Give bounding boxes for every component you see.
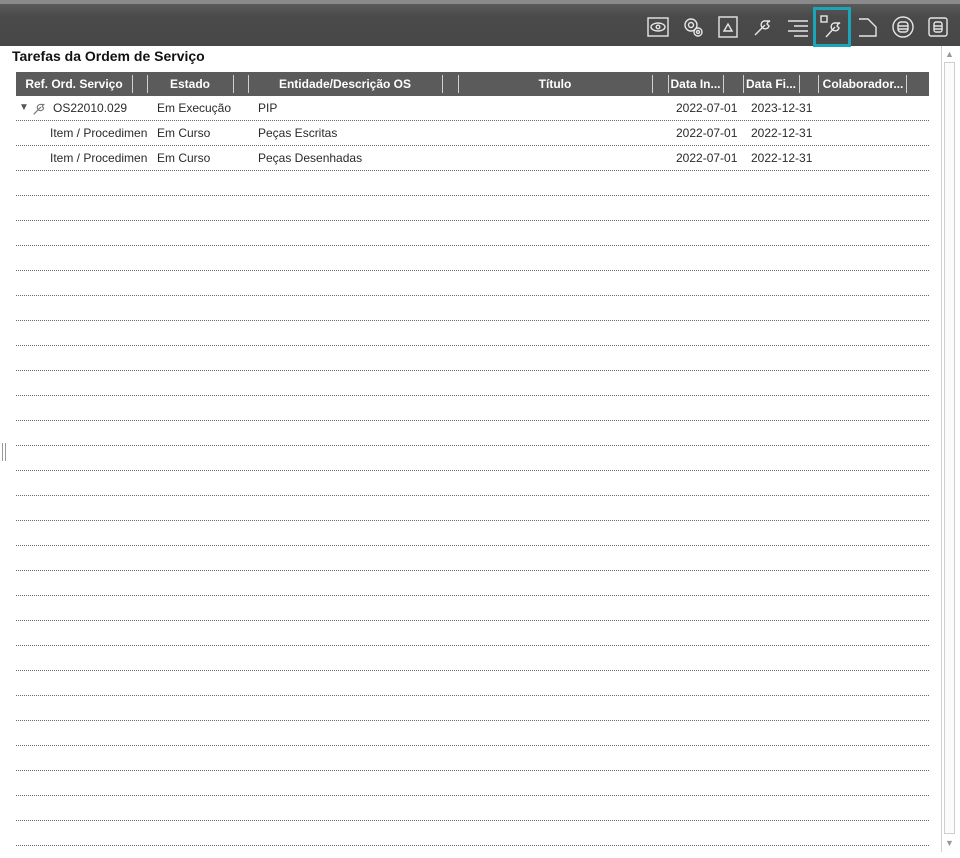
empty-table-row <box>16 246 929 271</box>
empty-table-row <box>16 621 929 646</box>
scrollbar-thumb[interactable] <box>944 62 955 834</box>
cell-data-fim: 2023-12-31 <box>751 101 813 115</box>
column-header-data-fim[interactable]: Data Fi... <box>743 72 799 96</box>
empty-table-row <box>16 521 929 546</box>
empty-table-row <box>16 471 929 496</box>
cell-titulo <box>468 146 648 170</box>
empty-table-row <box>16 796 929 821</box>
wrench-icon <box>31 96 51 120</box>
empty-table-row <box>16 671 929 696</box>
table-header: Ref. Ord. Serviço Estado Entidade/Descri… <box>16 72 929 96</box>
empty-table-row <box>16 596 929 621</box>
empty-table-row <box>16 821 929 846</box>
column-header-colaborador[interactable]: Colaborador... <box>820 72 906 96</box>
empty-table-row <box>16 571 929 596</box>
table-row[interactable]: ▼ OS22010.029 Em Execução PIP 2022-07-01… <box>16 96 929 121</box>
tasks-table: Ref. Ord. Serviço Estado Entidade/Descri… <box>16 72 929 846</box>
cell-data-fim: 2022-12-31 <box>751 151 813 165</box>
vertical-scrollbar[interactable]: ▲ ▼ <box>941 46 956 852</box>
empty-table-row <box>16 446 929 471</box>
database-circle-icon[interactable] <box>889 13 917 41</box>
cell-data-inicio: 2022-07-01 <box>676 126 738 140</box>
cell-colaborador <box>824 121 914 145</box>
column-header-estado[interactable]: Estado <box>147 72 233 96</box>
empty-table-row <box>16 696 929 721</box>
cell-entidade: PIP <box>258 101 278 115</box>
return-doc-icon[interactable] <box>854 13 882 41</box>
empty-table-row <box>16 646 929 671</box>
cell-data-inicio: 2022-07-01 <box>676 101 738 115</box>
cell-entidade: Peças Desenhadas <box>258 151 363 165</box>
triangle-doc-icon[interactable] <box>714 13 742 41</box>
empty-table-row <box>16 196 929 221</box>
scroll-down-arrow-icon[interactable]: ▼ <box>944 838 955 849</box>
empty-table-row <box>16 221 929 246</box>
empty-table-row <box>16 396 929 421</box>
empty-table-row <box>16 496 929 521</box>
cell-data-inicio: 2022-07-01 <box>676 151 738 165</box>
cell-estado: Em Curso <box>157 126 211 140</box>
empty-table-row <box>16 746 929 771</box>
column-header-data-inicio[interactable]: Data In... <box>668 72 723 96</box>
cell-ref: Item / Procedimen <box>50 126 148 140</box>
wrench-icon[interactable] <box>749 13 777 41</box>
empty-table-row <box>16 271 929 296</box>
cell-entidade: Peças Escritas <box>258 126 338 140</box>
cell-ref: OS22010.029 <box>53 101 128 115</box>
empty-table-row <box>16 546 929 571</box>
table-row[interactable]: Item / Procedimen Em Curso Peças Desenha… <box>16 146 929 171</box>
column-header-entidade[interactable]: Entidade/Descrição OS <box>248 72 442 96</box>
panel-title: Tarefas da Ordem de Serviço <box>12 48 205 64</box>
cell-ref: Item / Procedimen <box>50 151 148 165</box>
empty-table-row <box>16 171 929 196</box>
empty-table-row <box>16 771 929 796</box>
panel-splitter-handle[interactable] <box>2 443 6 461</box>
cell-titulo <box>468 96 648 120</box>
empty-table-row <box>16 421 929 446</box>
maintenance-wrench-icon[interactable] <box>813 7 851 47</box>
table-body: ▼ OS22010.029 Em Execução PIP 2022-07-01… <box>16 96 929 846</box>
empty-table-row <box>16 346 929 371</box>
database-box-icon[interactable] <box>924 13 952 41</box>
column-header-titulo[interactable]: Título <box>458 72 652 96</box>
column-header-ref[interactable]: Ref. Ord. Serviço <box>16 72 132 96</box>
cell-colaborador <box>824 96 914 120</box>
empty-table-row <box>16 296 929 321</box>
empty-table-row <box>16 321 929 346</box>
cell-estado: Em Curso <box>157 151 211 165</box>
cell-titulo <box>468 121 648 145</box>
cell-estado: Em Execução <box>157 101 232 115</box>
cell-colaborador <box>824 146 914 170</box>
top-toolbar <box>0 0 960 47</box>
eye-icon[interactable] <box>644 13 672 41</box>
empty-table-row <box>16 371 929 396</box>
gears-icon[interactable] <box>679 13 707 41</box>
table-row[interactable]: Item / Procedimen Em Curso Peças Escrita… <box>16 121 929 146</box>
cell-data-fim: 2022-12-31 <box>751 126 813 140</box>
empty-table-row <box>16 721 929 746</box>
scroll-up-arrow-icon[interactable]: ▲ <box>944 49 955 60</box>
list-lines-icon[interactable] <box>784 13 812 41</box>
expand-toggle-icon[interactable]: ▼ <box>19 96 29 120</box>
